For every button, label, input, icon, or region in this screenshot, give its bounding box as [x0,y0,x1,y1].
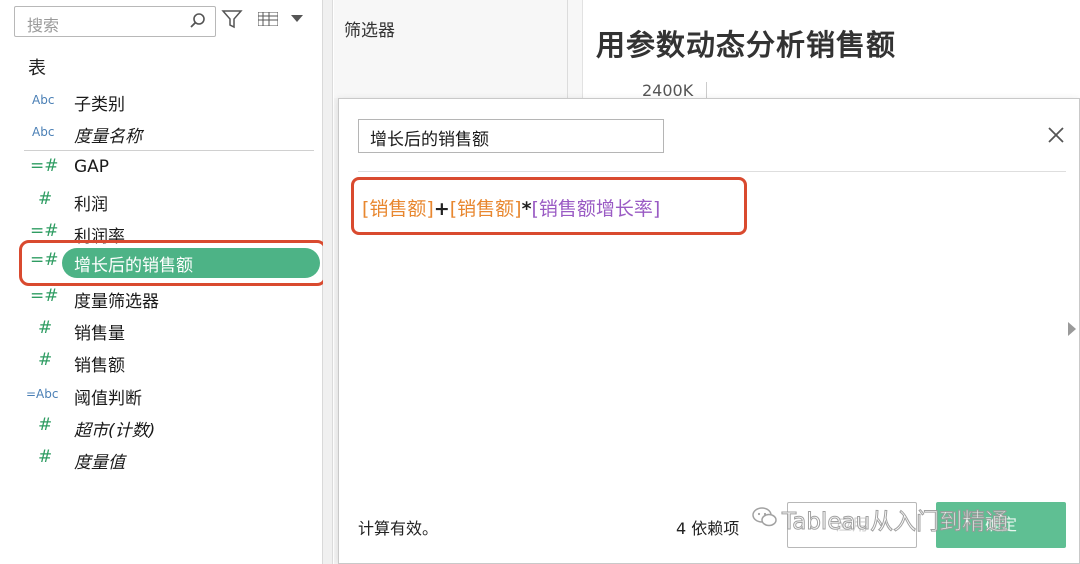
filters-shelf[interactable]: 筛选器 [334,0,568,98]
field-name: GAP [74,157,110,177]
field-name: 度量值 [74,453,125,473]
calculation-name-input[interactable]: 增长后的销售额 [358,119,664,153]
field-name: 度量筛选器 [74,292,159,312]
field-item[interactable]: Abc 度量名称 [24,119,319,147]
field-item[interactable]: =# 度量筛选器 [24,284,319,312]
string-type-icon: Abc [32,93,55,107]
number-type-icon: # [38,318,53,338]
shelf-strip [323,0,333,564]
search-input[interactable]: 搜索 [14,6,216,37]
string-type-icon: Abc [32,125,55,139]
tables-section-title: 表 [28,58,46,79]
expand-arrow-icon[interactable] [1068,322,1076,336]
field-item[interactable]: # 度量值 [24,445,319,473]
close-icon[interactable] [1044,123,1068,147]
calculated-number-icon: =# [30,286,59,306]
formula-field-token: [销售额] [449,198,522,220]
search-placeholder: 搜索 [27,16,60,35]
field-item[interactable]: =# GAP [24,154,319,182]
field-name: 销售额 [74,356,125,376]
field-item[interactable]: Abc 子类别 [24,87,319,115]
field-item[interactable]: # 销售额 [24,348,319,376]
section-divider [24,150,314,151]
watermark-text: Tableau从入门到精通 [781,509,1009,536]
number-type-icon: # [38,350,53,370]
field-name: 增长后的销售额 [74,256,193,276]
wechat-icon [752,507,777,527]
search-icon[interactable] [189,12,207,30]
formula-operator: + [433,198,450,220]
formula-field-token: [销售额] [362,198,434,220]
formula-parameter-token: [销售额增长率] [531,198,661,220]
field-item[interactable]: =Abc 阈值判断 [24,381,319,409]
number-type-icon: # [38,189,53,209]
calculated-number-icon: =# [30,250,59,270]
dependencies-link[interactable]: 4 依赖项 [676,515,739,539]
field-item[interactable]: # 销售量 [24,316,319,344]
field-name: 超市(计数) [74,421,156,441]
data-pane: 搜索 表 Abc 子类别 Abc 度量名称 =# GAP # 利润 =# 利润率 [0,0,327,564]
filters-title: 筛选器 [344,21,395,41]
field-name: 利润 [74,195,108,215]
chevron-down-icon[interactable] [291,15,303,23]
field-name: 度量名称 [74,127,142,147]
field-name: 子类别 [74,95,125,115]
field-item[interactable]: # 利润 [24,187,319,215]
list-view-icon[interactable] [258,12,278,26]
calculated-number-icon: =# [30,156,59,176]
field-name: 销售量 [74,324,125,344]
calculation-status: 计算有效。 [358,519,439,538]
field-name: 阈值判断 [74,389,142,409]
filter-icon[interactable] [221,8,243,30]
worksheet-title: 用参数动态分析销售额 [596,28,897,62]
formula-editor[interactable]: [销售额]+[销售额]*[销售额增长率] [362,194,660,221]
number-type-icon: # [38,415,53,435]
calculation-dialog [338,98,1080,564]
calculated-string-icon: =Abc [26,387,59,401]
field-item[interactable]: # 超市(计数) [24,413,319,441]
number-type-icon: # [38,447,53,467]
calculated-number-icon: =# [30,221,59,241]
formula-operator: * [521,198,532,220]
dialog-divider [358,171,1066,172]
